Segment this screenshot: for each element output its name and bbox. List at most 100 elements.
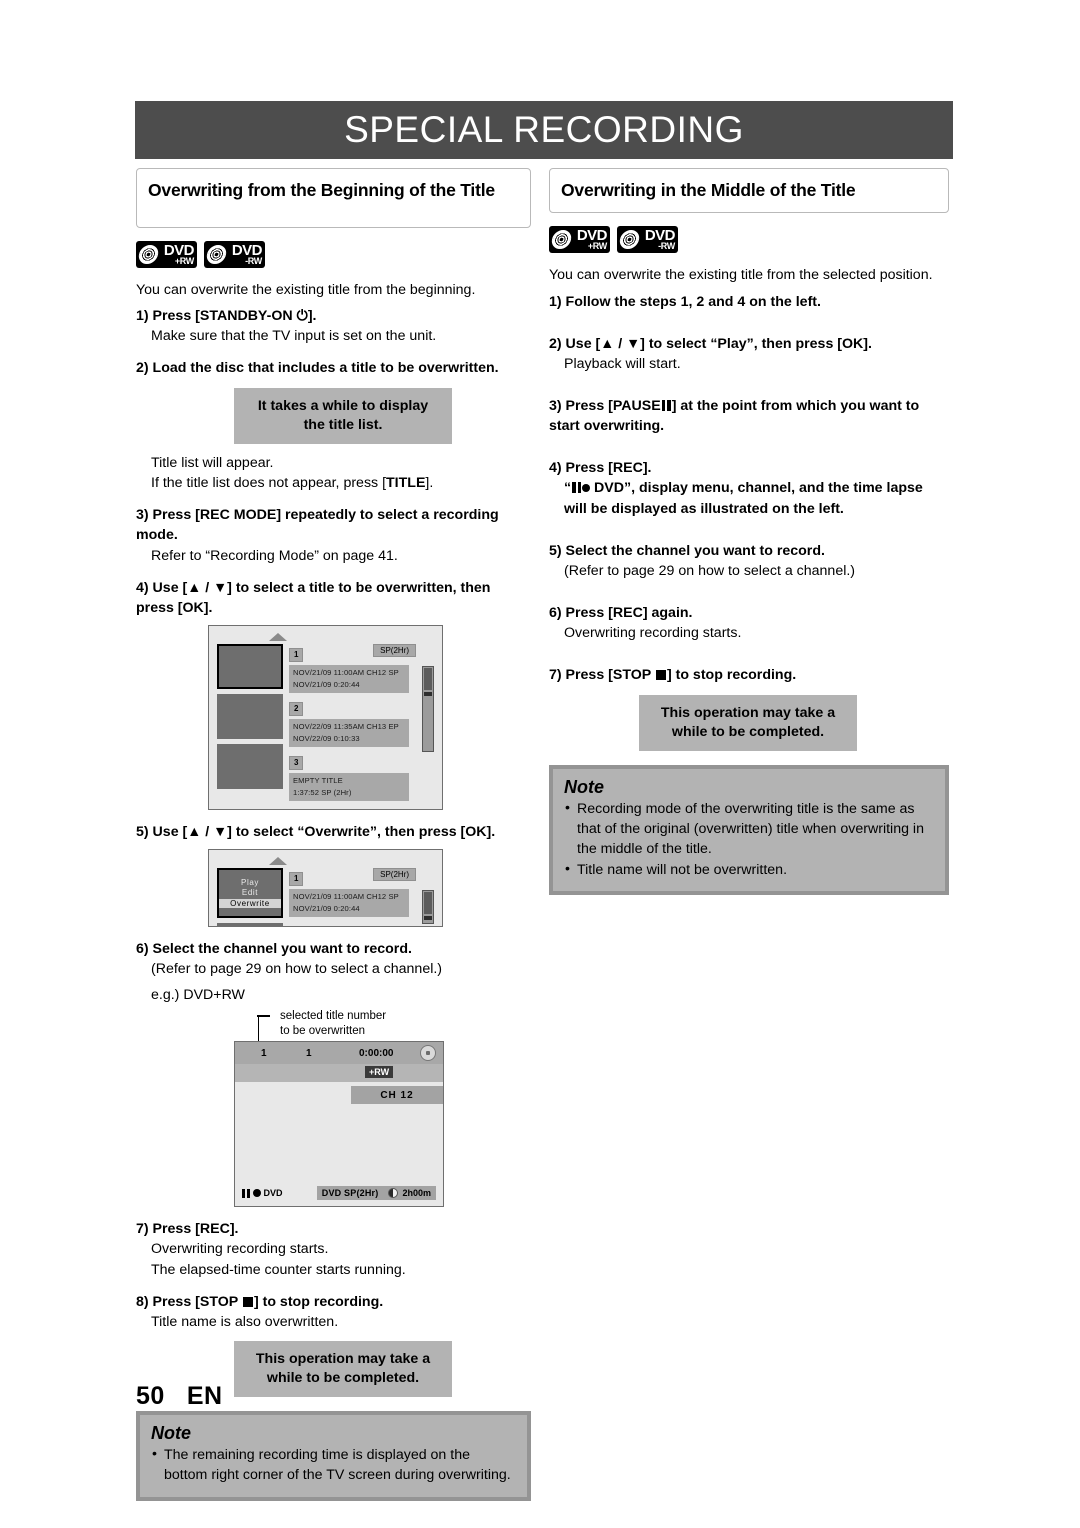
row-info-line-2: NOV/21/09 0:20:44 [293,904,360,914]
row-number: 1 [289,871,304,887]
thumbnail [217,922,283,926]
osd-remaining: 2h00m [383,1186,436,1201]
title-list-screenshot: SP(2Hr) 1 NOV/21/09 11:00AM CH12 SP NOV/… [208,625,443,810]
callout-line-2: while to be completed. [266,1370,420,1387]
scrollbar-marker [424,692,432,697]
left-step-2: 2) Load the disc that includes a title t… [136,358,531,378]
left-step-8: 8) Press [STOP ] to stop recording. Titl… [136,1292,531,1332]
badge-sub-label: +RW [174,256,194,266]
menu-item-play[interactable]: Play [241,878,259,888]
note-item: Recording mode of the overwriting title … [564,799,934,860]
leader-line [257,1015,270,1042]
osd-remaining-label: 2h00m [402,1188,431,1199]
r-step5-sub-text: (Refer to page 29 on how to select a cha… [564,562,856,579]
scrollbar[interactable] [422,666,434,753]
right-column: Overwriting in the Middle of the Title D… [549,168,949,896]
step6-sub-1: (Refer to page 29 on how to select a cha… [151,961,443,978]
r-step5-head-text: 5) Select the channel you want to record… [549,542,825,559]
scrollbar[interactable] [422,889,434,924]
left-step-6: 6) Select the channel you want to record… [136,939,531,1005]
step8-head-text: 8) Press [STOP ] to stop recording. [136,1293,384,1310]
left-callout-title-list: It takes a while to display the title li… [234,387,452,444]
step8-sub-text: Title name is also overwritten. [151,1313,339,1330]
callout-line-1: This operation may take a [660,704,836,721]
row-info-line-1: EMPTY TITLE [293,776,343,786]
row-info: NOV/22/09 11:35AM CH13 EP NOV/22/09 0:10… [289,719,409,747]
pause-icon [242,1188,250,1198]
left-step-4: 4) Use [▲ / ▼] to select a title to be o… [136,578,531,618]
scrollbar-thumb[interactable] [424,891,432,914]
r-step6-head-text: 6) Press [REC] again. [549,605,693,622]
row-info-line-2: NOV/21/09 0:20:44 [293,680,360,690]
note-title: Note [151,1423,191,1444]
right-step-6: 6) Press [REC] again. Overwriting record… [549,603,949,643]
osd-caption-line-1: selected title number [280,1010,387,1023]
row-info-line-2: NOV/22/09 0:10:33 [293,734,360,744]
osd-disc-format: +RW [365,1066,394,1079]
osd-bottom-bar: DVD DVD SP(2Hr) 2h00m [235,1186,443,1201]
left-callout-operation: This operation may take a while to be co… [234,1340,452,1398]
note-item: Title name will not be overwritten. [564,860,934,881]
r-step4-head-text: 4) Press [REC]. [549,460,652,477]
thumbnail [217,694,283,740]
page-language: EN [186,1382,223,1410]
step4-head-text: 4) Use [▲ / ▼] to select a title to be o… [136,579,491,616]
badge-sub-label: +RW [587,241,607,252]
menu-item-overwrite[interactable]: Overwrite [219,898,281,909]
left-step-7: 7) Press [REC]. Overwriting recording st… [136,1219,531,1279]
osd-time-counter: 0:00:00 [359,1047,394,1059]
thumbnail [217,744,283,790]
rec-mode-tag: SP(2Hr) [373,644,416,658]
context-menu[interactable]: Play Edit Overwrite [217,867,283,918]
osd-caption: selected title number to be overwritten [234,1009,444,1042]
r-step1-head-text: 1) Follow the steps 1, 2 and 4 on the le… [549,293,821,310]
row-number: 3 [289,755,304,771]
right-step-1: 1) Follow the steps 1, 2 and 4 on the le… [549,292,949,312]
r-step6-sub-text: Overwriting recording starts. [564,625,742,642]
left-step-5: 5) Use [▲ / ▼] to select “Overwrite”, th… [136,822,531,842]
osd-screenshot: 1 1 0:00:00 +RW CH 12 DVD DVD SP(2Hr) 2h… [234,1041,444,1208]
r-step7-head-text: 7) Press [STOP ] to stop recording. [549,667,797,684]
page-footer: 50 EN [136,1382,223,1411]
dvd-plus-rw-badge-icon: DVD +RW [549,226,610,254]
badge-sub-label: -RW [245,256,262,266]
scrollbar-marker [424,915,432,920]
thumbnail-column: Play Edit Overwrite [217,867,283,926]
row-info-line-1: NOV/21/09 11:00AM CH12 SP [293,892,399,902]
right-disc-badges: DVD +RW DVD -RW [549,226,949,254]
callout-line-2: the title list. [303,416,383,433]
page-number: 50 [136,1382,165,1410]
pause-icon [661,400,671,412]
osd-channel: CH 12 [351,1086,443,1105]
callout-line-1: This operation may take a [255,1350,431,1367]
osd-rec-label: DVD [263,1188,283,1199]
scrollbar-thumb[interactable] [424,668,432,691]
thumbnail-column [217,644,283,801]
row-info: EMPTY TITLE 1:37:52 SP (2Hr) [289,773,409,801]
page-banner: SPECIAL RECORDING [135,101,953,159]
osd-second-bar: +RW [235,1064,443,1083]
osd-rec-status: DVD [242,1188,283,1198]
disc-icon [550,230,573,250]
right-callout-operation: This operation may take a while to be co… [639,694,857,751]
disc-remaining-icon [388,1188,399,1199]
row-info-line-1: NOV/21/09 11:00AM CH12 SP [293,668,399,678]
right-section-title: Overwriting in the Middle of the Title [549,168,949,214]
thumbnail-selected [217,644,283,690]
title-rows: SP(2Hr) 1 NOV/21/09 11:00AM CH12 SP NOV/… [289,867,434,926]
left-step-2-subtext: Title list will appear. If the title lis… [136,453,531,493]
disc-icon [420,1045,436,1062]
osd-chapter-number: 1 [306,1047,312,1059]
manual-page: SPECIAL RECORDING Overwriting from the B… [0,0,1080,1528]
step2-sub-1: Title list will appear. [151,454,274,471]
disc-icon [205,245,228,264]
table-row: 3 EMPTY TITLE 1:37:52 SP (2Hr) [289,752,434,801]
menu-item-edit[interactable]: Edit [242,888,258,898]
row-number: 1 [289,648,304,663]
rec-mode-tag: SP(2Hr) [373,867,416,881]
r-step3-head-text: 3) Press [PAUSE] at the point from which… [549,398,920,435]
row-info: NOV/21/09 11:00AM CH12 SP NOV/21/09 0:20… [289,665,409,693]
pause-icon [572,482,582,494]
table-row: 2 [289,922,434,926]
dvd-minus-rw-badge-icon: DVD -RW [617,226,678,254]
